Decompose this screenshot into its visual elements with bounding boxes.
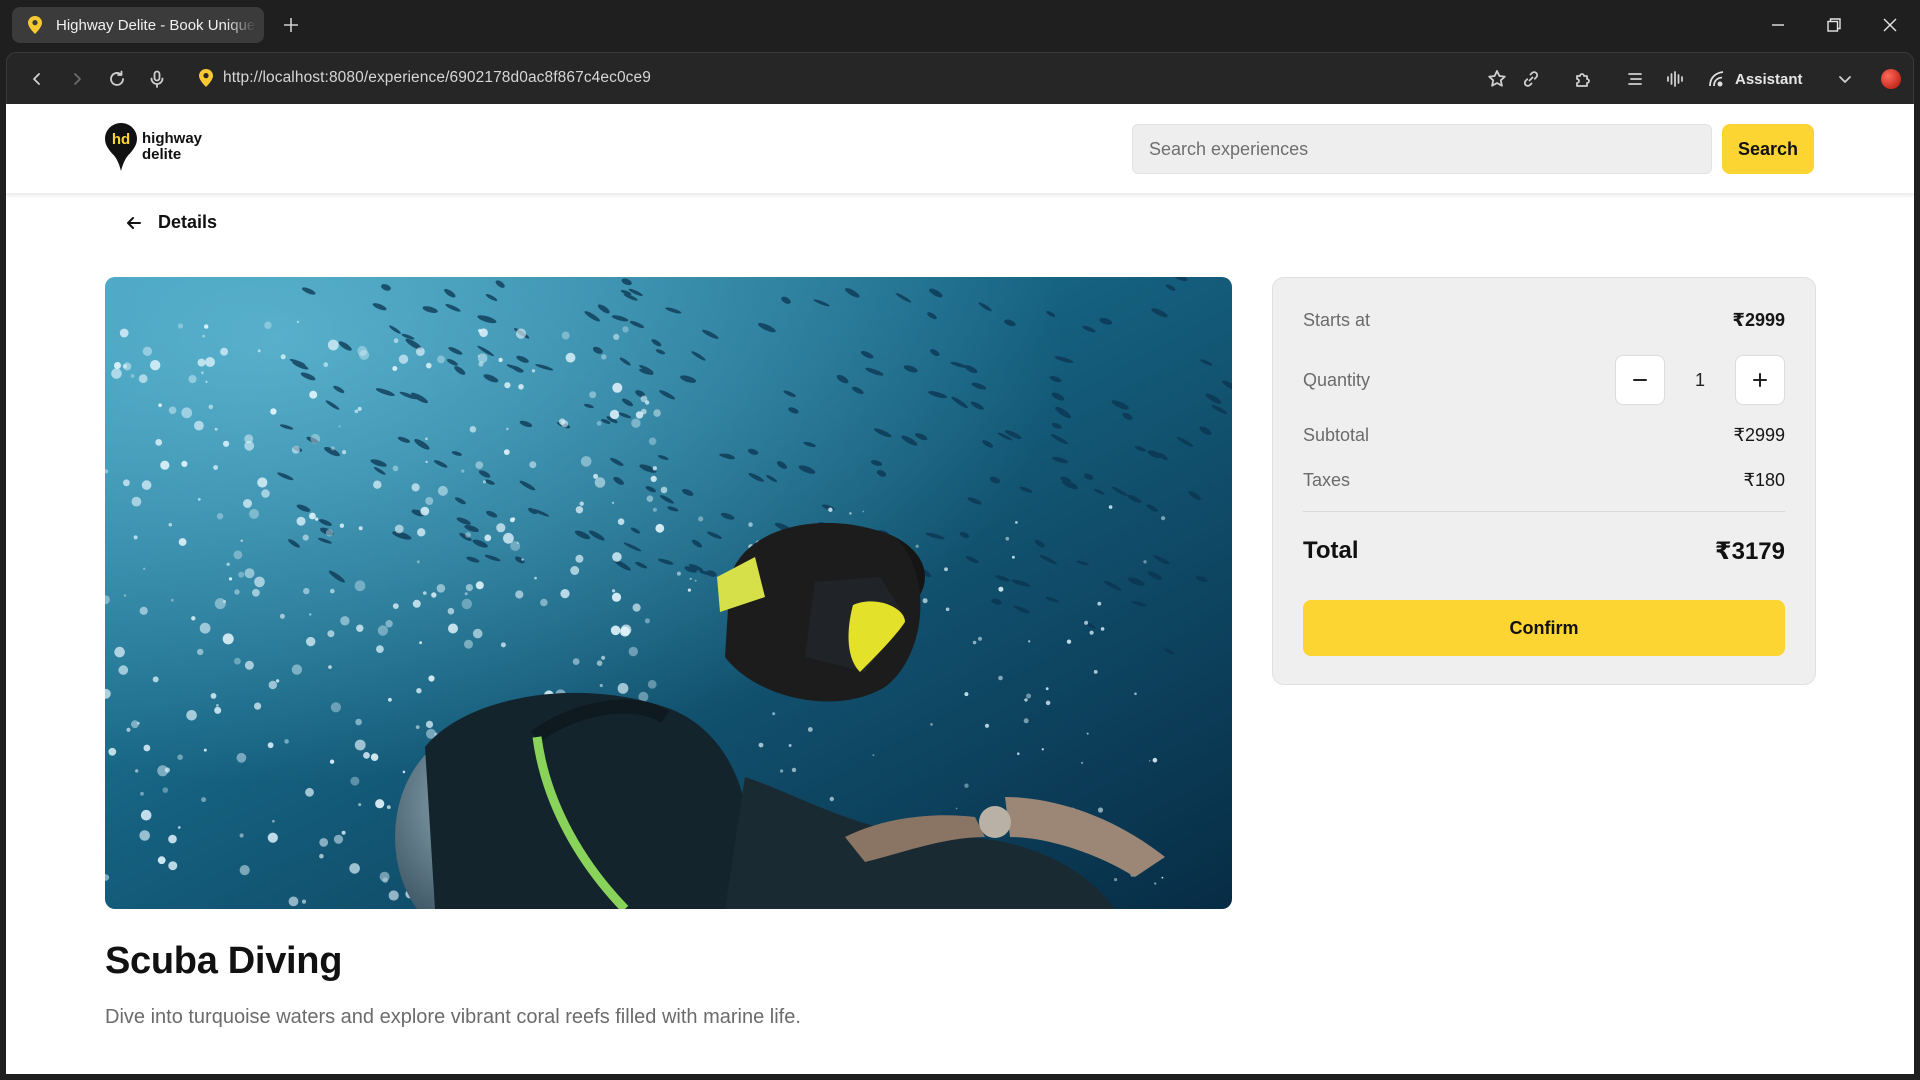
restore-icon	[1827, 18, 1841, 32]
plus-icon	[1753, 373, 1767, 387]
close-icon	[1883, 18, 1897, 32]
back-icon	[33, 73, 40, 85]
back-link-label: Details	[158, 212, 218, 232]
total-label: Total	[1303, 537, 1359, 564]
profile-avatar[interactable]	[1881, 69, 1901, 89]
experience-hero-image	[105, 277, 1232, 909]
location-pin-icon	[199, 68, 213, 88]
close-window-button[interactable]	[1862, 0, 1918, 50]
card-divider	[1303, 511, 1785, 512]
logo-wordmark: highway delite	[142, 131, 202, 163]
forward-button[interactable]	[63, 65, 91, 93]
voice-icon	[1667, 71, 1683, 87]
arrow-left-icon	[127, 216, 141, 229]
bookmark-button[interactable]	[1483, 65, 1511, 93]
voice-button[interactable]	[1661, 65, 1689, 93]
quantity-value: 1	[1694, 369, 1705, 390]
minimize-button[interactable]	[1750, 0, 1806, 50]
browser-tab-bar: Highway Delite - Book Unique Experiences	[0, 0, 1920, 50]
logo-line-2: delite	[142, 146, 182, 163]
assistant-button[interactable]: Assistant	[1707, 65, 1803, 93]
decrease-quantity-button[interactable]	[1615, 355, 1665, 405]
back-link[interactable]: Details	[124, 212, 217, 233]
reload-button[interactable]	[103, 65, 131, 93]
search-button[interactable]: Search	[1722, 124, 1814, 174]
taxes-label: Taxes	[1303, 469, 1351, 490]
assistant-icon	[1709, 71, 1724, 87]
chevron-down-icon	[1839, 76, 1851, 83]
increase-quantity-button[interactable]	[1735, 355, 1785, 405]
taxes-value: ₹180	[1743, 469, 1785, 490]
logo-line-1: highway	[142, 130, 203, 147]
experience-description: Dive into turquoise waters and explore v…	[105, 1006, 801, 1028]
reader-button[interactable]	[1621, 65, 1649, 93]
subtotal-value: ₹2999	[1733, 424, 1786, 445]
total-value: ₹3179	[1714, 537, 1785, 565]
subtotal-row: Subtotal ₹2999	[1303, 423, 1785, 447]
assistant-label: Assistant	[1735, 70, 1803, 88]
subtotal-label: Subtotal	[1303, 424, 1370, 445]
plus-icon	[284, 18, 298, 32]
site-header: hd highway delite Search	[6, 104, 1914, 194]
forward-icon	[74, 73, 81, 85]
new-tab-button[interactable]	[278, 12, 304, 38]
copy-link-button[interactable]	[1517, 65, 1545, 93]
tab-title: Highway Delite - Book Unique Experiences	[56, 16, 256, 34]
star-icon	[1488, 70, 1506, 87]
reload-icon	[110, 70, 124, 86]
back-button[interactable]	[23, 65, 51, 93]
starts-at-row: Starts at ₹2999	[1303, 308, 1785, 332]
minus-icon	[1633, 379, 1647, 381]
logo-initials: hd	[112, 131, 130, 148]
microphone-button[interactable]	[143, 65, 171, 93]
browser-tab[interactable]: Highway Delite - Book Unique Experiences	[12, 7, 264, 43]
location-pin-icon	[28, 16, 42, 34]
link-icon	[1523, 71, 1539, 87]
quantity-stepper: 1	[1615, 355, 1785, 405]
quantity-label: Quantity	[1303, 369, 1371, 390]
microphone-icon	[150, 70, 164, 88]
site-logo[interactable]: hd highway delite	[104, 122, 202, 172]
address-bar[interactable]: http://localhost:8080/experience/6902178…	[223, 69, 651, 87]
starts-at-value: ₹2999	[1732, 309, 1785, 330]
taxes-row: Taxes ₹180	[1303, 468, 1785, 492]
booking-card: Starts at ₹2999 Quantity 1 Subtotal ₹299…	[1272, 277, 1816, 685]
confirm-button[interactable]: Confirm	[1303, 600, 1785, 656]
browser-toolbar: http://localhost:8080/experience/6902178…	[6, 52, 1914, 104]
logo-mark-icon: hd	[105, 123, 137, 171]
restore-button[interactable]	[1806, 0, 1862, 50]
page-viewport: hd highway delite Search Details	[6, 104, 1914, 1074]
quantity-row: Quantity 1	[1303, 354, 1785, 406]
starts-at-label: Starts at	[1303, 309, 1371, 330]
search-input[interactable]	[1132, 124, 1712, 174]
extensions-icon	[1576, 73, 1590, 87]
experience-title: Scuba Diving	[105, 940, 343, 982]
profile-menu-button[interactable]	[1831, 65, 1859, 93]
extensions-button[interactable]	[1569, 65, 1597, 93]
reader-icon	[1628, 73, 1642, 85]
total-row: Total ₹3179	[1303, 536, 1785, 566]
minimize-icon	[1772, 24, 1784, 26]
